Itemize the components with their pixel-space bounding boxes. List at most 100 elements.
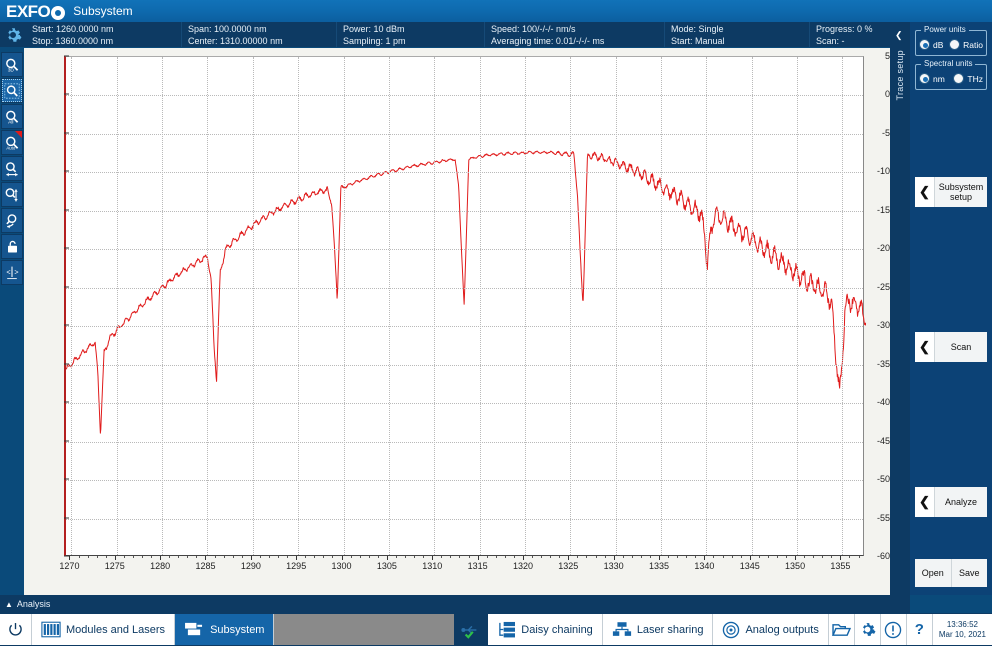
trace-setup-collapse-bar[interactable]: ❮ Trace setup [890, 22, 910, 595]
taskbar-folder-button[interactable] [829, 614, 855, 645]
analysis-label: Analysis [17, 599, 51, 609]
x-axis-minor-tick [641, 556, 642, 558]
markers-icon-button[interactable]: < > [1, 260, 23, 285]
x-axis-minor-tick [124, 556, 125, 558]
y-axis-tick-label: -60 [860, 551, 890, 561]
gridline-horizontal [66, 519, 863, 520]
power-units-options: dB Ratio [919, 39, 983, 50]
info-start: Start: 1260.0000 nm [32, 23, 181, 35]
subsystem-icon [184, 621, 205, 638]
x-axis-tick-label: 1310 [422, 561, 442, 571]
gridline-vertical [480, 57, 481, 555]
y-axis-tick-mark [64, 132, 69, 133]
x-axis-minor-tick [441, 556, 442, 558]
chevron-up-icon: ❮ [895, 30, 903, 41]
save-button[interactable]: Save [952, 559, 988, 587]
lock-icon-button[interactable] [1, 234, 23, 259]
plot-axes-area[interactable] [64, 56, 864, 556]
radio-power-ratio[interactable]: Ratio [949, 39, 983, 50]
y-axis-tick-mark [64, 94, 69, 95]
gridline-horizontal [66, 288, 863, 289]
x-axis-minor-tick [677, 556, 678, 558]
file-buttons: Open Save [915, 559, 987, 587]
taskbar-clock[interactable]: 13:36:52 Mar 10, 2021 [933, 614, 992, 645]
x-axis-major-tick [160, 556, 161, 560]
radio-label-nm: nm [933, 74, 945, 84]
x-axis-minor-tick [396, 556, 397, 558]
taskbar-modules-and-lasers-button[interactable]: Modules and Lasers [32, 614, 175, 645]
taskbar-subsystem-button[interactable]: Subsystem [175, 614, 274, 645]
radio-power-db[interactable]: dB [919, 39, 943, 50]
x-axis-minor-tick [305, 556, 306, 558]
x-axis-major-tick [387, 556, 388, 560]
x-axis-minor-tick [287, 556, 288, 558]
y-axis-tick-mark [64, 479, 69, 480]
x-axis-major-tick [568, 556, 569, 560]
y-axis-tick-label: 0 [860, 89, 890, 99]
taskbar-laser-sharing-button[interactable]: Laser sharing [603, 614, 714, 645]
zoom-box-icon-button[interactable] [1, 78, 23, 103]
svg-text:>: > [14, 267, 18, 276]
subsystem-setup-button[interactable]: ❮ Subsystem setup [915, 177, 987, 207]
zoom-undo-icon-button[interactable] [1, 208, 23, 233]
gridline-vertical [842, 57, 843, 555]
taskbar-subsystem-label: Subsystem [210, 624, 264, 636]
gridline-vertical [525, 57, 526, 555]
zoom-auto-icon-button[interactable]: Auto [1, 130, 23, 155]
x-axis-tick-label: 1350 [785, 561, 805, 571]
radio-spectral-nm[interactable]: nm [919, 73, 945, 84]
x-axis-minor-tick [822, 556, 823, 558]
y-axis-tick-label: -40 [860, 397, 890, 407]
x-axis-tick-label: 1345 [740, 561, 760, 571]
taskbar-settings-button[interactable] [855, 614, 881, 645]
x-axis-tick-label: 1325 [558, 561, 578, 571]
taskbar-spacer [274, 614, 454, 645]
x-axis-minor-tick [586, 556, 587, 558]
x-axis-tick-label: 1295 [286, 561, 306, 571]
zoom-all-icon-button[interactable]: All [1, 104, 23, 129]
analyze-button[interactable]: ❮ Analyze [915, 487, 987, 517]
x-axis-minor-tick [605, 556, 606, 558]
gridline-vertical [616, 57, 617, 555]
settings-gear-button[interactable] [0, 22, 26, 47]
alert-icon [884, 621, 902, 639]
gridline-vertical [71, 57, 72, 555]
analysis-expander[interactable]: ▲ Analysis [0, 595, 910, 613]
x-axis-minor-tick [88, 556, 89, 558]
open-button[interactable]: Open [915, 559, 952, 587]
taskbar-analog-outputs-button[interactable]: Analog outputs [713, 614, 828, 645]
info-speed-averaging: Speed: 100/-/-/- nm/s Averaging time: 0.… [484, 22, 664, 47]
y-axis-tick-label: -50 [860, 474, 890, 484]
trace-setup-label: Trace setup [895, 50, 905, 101]
x-axis-major-tick [69, 556, 70, 560]
lock-icon [5, 239, 20, 254]
taskbar-help-button[interactable]: ? [907, 614, 933, 645]
modules-icon [41, 621, 61, 638]
spectrum-plot-panel[interactable]: dB nm 50-5-10-15-20-25-30-35-40-45-50-55… [24, 48, 890, 595]
radio-spectral-thz[interactable]: THz [953, 73, 983, 84]
info-columns: Start: 1260.0000 nm Stop: 1360.0000 nm S… [26, 22, 992, 47]
svg-text:All: All [8, 119, 13, 125]
zoom-horizontal-icon-button[interactable] [1, 156, 23, 181]
y-axis-tick-mark [64, 286, 69, 287]
x-axis-minor-tick [278, 556, 279, 558]
power-units-group: Power units dB Ratio [915, 30, 987, 56]
zoom-vertical-icon [4, 187, 20, 203]
markers-icon: < > [4, 265, 20, 281]
zoom-vertical-icon-button[interactable] [1, 182, 23, 207]
x-axis-minor-tick [169, 556, 170, 558]
taskbar-alert-button[interactable] [881, 614, 907, 645]
power-button[interactable] [0, 614, 32, 645]
x-axis-minor-tick [133, 556, 134, 558]
x-axis-minor-tick [741, 556, 742, 558]
x-axis-major-tick [840, 556, 841, 560]
x-axis-minor-tick [849, 556, 850, 558]
gridline-vertical [389, 57, 390, 555]
taskbar-daisy-chaining-button[interactable]: Daisy chaining [488, 614, 603, 645]
zoom-3d-icon-button[interactable]: 3D [1, 52, 23, 77]
radio-label-db: dB [933, 40, 943, 50]
scan-button[interactable]: ❮ Scan [915, 332, 987, 362]
gridline-vertical [117, 57, 118, 555]
gridline-vertical [344, 57, 345, 555]
x-axis-minor-tick [369, 556, 370, 558]
